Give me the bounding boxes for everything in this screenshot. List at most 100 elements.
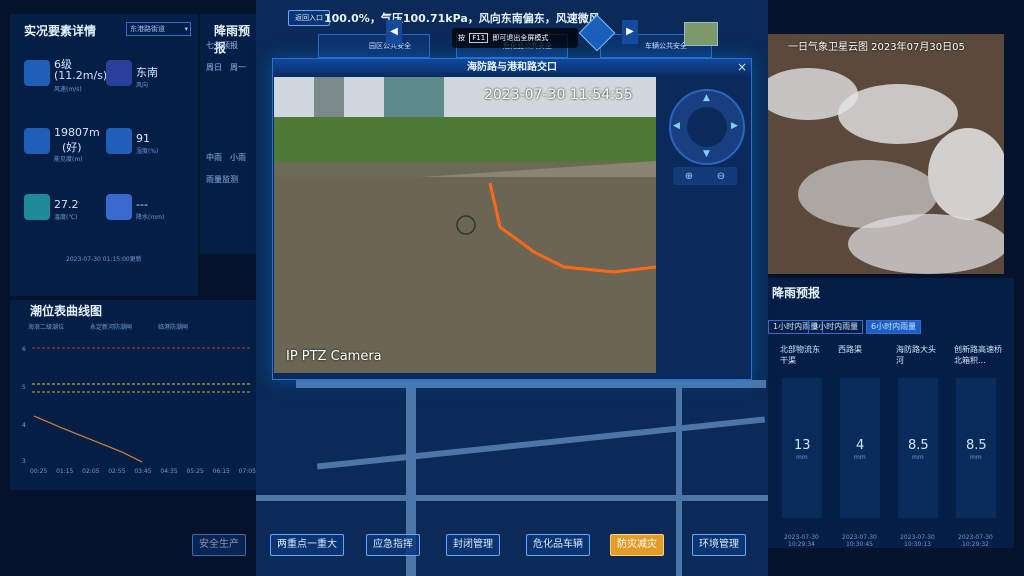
station-name-2: 海防路大头河 xyxy=(896,345,936,365)
chevron-right-icon[interactable]: ▶ xyxy=(622,20,638,44)
zoom-out-icon[interactable]: ⊖ xyxy=(717,171,725,182)
metric-humidity-unit: 湿度(%) xyxy=(136,148,159,155)
y-tick-3: 3 xyxy=(22,458,26,465)
station-unit-0: mm xyxy=(796,454,808,461)
satellite-caption: 一日气象卫星云图 2023年07月30日05 xyxy=(788,42,965,53)
metric-wind-sub: (11.2m/s) xyxy=(54,69,108,82)
chevron-down-icon: ▾ xyxy=(184,25,188,33)
rain-tab-3h[interactable]: 3小时内雨量 xyxy=(808,320,864,334)
station-select[interactable]: 东港路街道 ▾ xyxy=(126,22,191,36)
nav-closed-management[interactable]: 封闭管理 xyxy=(446,534,500,556)
day-0: 周日 xyxy=(206,63,222,72)
update-time: 2023-07-30 01:15:00更新 xyxy=(66,256,142,263)
metric-winddir-value: 东南 xyxy=(136,66,158,79)
mini-map-thumbnail[interactable] xyxy=(684,22,718,46)
arrow-right-icon[interactable]: ▶ xyxy=(731,121,738,131)
tab-vehicle-label: 车辆公共安全 xyxy=(645,42,687,50)
section-title-tide: 潮位表曲线图 xyxy=(30,304,103,318)
satellite-image: 一日气象卫星云图 2023年07月30日05 xyxy=(768,34,1004,274)
legend-b: 永定新河防潮闸 xyxy=(90,324,133,331)
cloud-icon xyxy=(24,194,50,220)
camera-timestamp: 2023-07-30 11:54:55 xyxy=(484,87,633,103)
legend-c: 临港防潮闸 xyxy=(158,324,189,331)
camera-modal: 海防路与港和路交口 × 2023-07-30 11:54:55 IP PTZ C… xyxy=(272,58,752,380)
nav-environment[interactable]: 环境管理 xyxy=(692,534,746,556)
legend-a: 海浪二级潮位 xyxy=(28,324,65,331)
radar-label[interactable]: 雨量监测 xyxy=(206,174,238,185)
road xyxy=(296,380,766,388)
nav-emergency[interactable]: 应急指挥 xyxy=(366,534,420,556)
tide-chart xyxy=(32,347,252,463)
metric-temp-value: 27.2 xyxy=(54,198,79,211)
metric-winddir-unit: 风向 xyxy=(136,82,149,89)
flag-icon xyxy=(106,60,132,86)
tab-park[interactable]: 园区公共安全 xyxy=(318,34,430,58)
close-icon[interactable]: × xyxy=(737,60,747,74)
nav-major-hazards[interactable]: 两重点一重大 xyxy=(270,534,344,556)
station-unit-2: mm xyxy=(912,454,924,461)
ptz-control[interactable]: ▲ ▼ ◀ ▶ xyxy=(669,89,745,165)
x-ticks: 00:25 01:15 02:05 02:55 03:45 04:35 05:2… xyxy=(30,468,256,475)
rain-label-0: 中雨 xyxy=(206,153,222,162)
rain-icon xyxy=(106,194,132,220)
ptz-center[interactable] xyxy=(687,107,727,147)
station-time-0: 10:29:34 xyxy=(788,541,815,548)
metric-vis-sub: (好) xyxy=(62,141,82,154)
metric-vis-value: 19807m xyxy=(54,126,100,139)
metric-vis-unit: 能见度(m) xyxy=(54,156,83,163)
arrow-up-icon[interactable]: ▲ xyxy=(703,93,710,103)
x-tick: 03:45 xyxy=(134,468,152,475)
station-value-2: 8.5 xyxy=(908,438,929,453)
rain-forecast-panel: 降雨预报 七天预报 周日 周一 中雨 小雨 雨量监测 xyxy=(200,14,258,254)
camera-feed[interactable]: 2023-07-30 11:54:55 IP PTZ Camera xyxy=(274,77,656,373)
hint-suffix: 即可退出全屏模式 xyxy=(492,34,549,42)
satellite-cloud-shapes xyxy=(768,34,1004,274)
rain-forecast-tab[interactable]: 七天预报 xyxy=(206,40,238,51)
x-tick: 02:55 xyxy=(108,468,126,475)
station-date-1: 2023-07-30 xyxy=(842,534,877,541)
x-tick: 07:05 xyxy=(238,468,256,475)
station-unit-1: mm xyxy=(854,454,866,461)
chevron-left-icon[interactable]: ◀ xyxy=(386,20,402,44)
station-unit-3: mm xyxy=(970,454,982,461)
x-tick: 02:05 xyxy=(82,468,100,475)
nav-disaster-prevention[interactable]: 防灾减灾 xyxy=(610,534,664,556)
right-panel-title: 降雨预报 xyxy=(772,286,821,300)
hint-key: F11 xyxy=(469,33,489,43)
day-1: 周一 xyxy=(230,63,246,72)
station-name-0: 北部物流东干渠 xyxy=(780,345,820,365)
station-value-0: 13 xyxy=(794,438,811,453)
zoom-in-icon[interactable]: ⊕ xyxy=(685,171,693,182)
hint-prefix: 按 xyxy=(458,34,465,42)
metric-rain-unit: 降水(mm) xyxy=(136,214,165,221)
station-name-3: 创新路高速桥北箱积... xyxy=(954,345,1002,365)
rain-tab-6h[interactable]: 6小时内雨量 xyxy=(866,320,922,334)
thermometer-icon xyxy=(106,128,132,154)
right-rain-panel: 降雨预报 1小时内雨量 3小时内雨量 6小时内雨量 北部物流东干渠 西路渠 海防… xyxy=(768,278,1014,548)
metric-temp-unit: 温度(℃) xyxy=(54,214,78,221)
arrow-left-icon[interactable]: ◀ xyxy=(673,121,680,131)
y-tick-6: 6 xyxy=(22,346,26,353)
road xyxy=(256,495,768,501)
metric-humidity-value: 91 xyxy=(136,132,150,145)
left-panel: 实况要素详情 东港路街道 ▾ 6级 (11.2m/s) 风速(m/s) 东南 风… xyxy=(10,14,198,296)
metric-rain-value: --- xyxy=(136,198,148,211)
top-bar: 返回入口 100.0%，气压100.71kPa，风向东南偏东，风速微风 园区公共… xyxy=(256,0,768,60)
drop-icon xyxy=(24,128,50,154)
section-title-live: 实况要素详情 xyxy=(24,24,97,38)
station-date-2: 2023-07-30 xyxy=(900,534,935,541)
station-date-3: 2023-07-30 xyxy=(958,534,993,541)
tide-chart-panel: 潮位表曲线图 海浪二级潮位 永定新河防潮闸 临港防潮闸 6 5 4 3 00:2… xyxy=(10,300,256,490)
station-select-value: 东港路街道 xyxy=(130,25,165,33)
station-time-2: 10:30:13 xyxy=(904,541,931,548)
x-tick: 00:25 xyxy=(30,468,48,475)
metric-wind-unit: 风速(m/s) xyxy=(54,86,82,93)
arrow-down-icon[interactable]: ▼ xyxy=(703,149,710,159)
thermometer-icon xyxy=(24,60,50,86)
nav-hazmat-vehicles[interactable]: 危化品车辆 xyxy=(526,534,590,556)
zoom-controls: ⊕ ⊖ xyxy=(673,167,737,185)
camera-label: IP PTZ Camera xyxy=(286,349,382,364)
x-tick: 05:25 xyxy=(186,468,204,475)
bottom-left-button[interactable]: 安全生产 xyxy=(192,534,246,556)
y-tick-4: 4 xyxy=(22,422,26,429)
